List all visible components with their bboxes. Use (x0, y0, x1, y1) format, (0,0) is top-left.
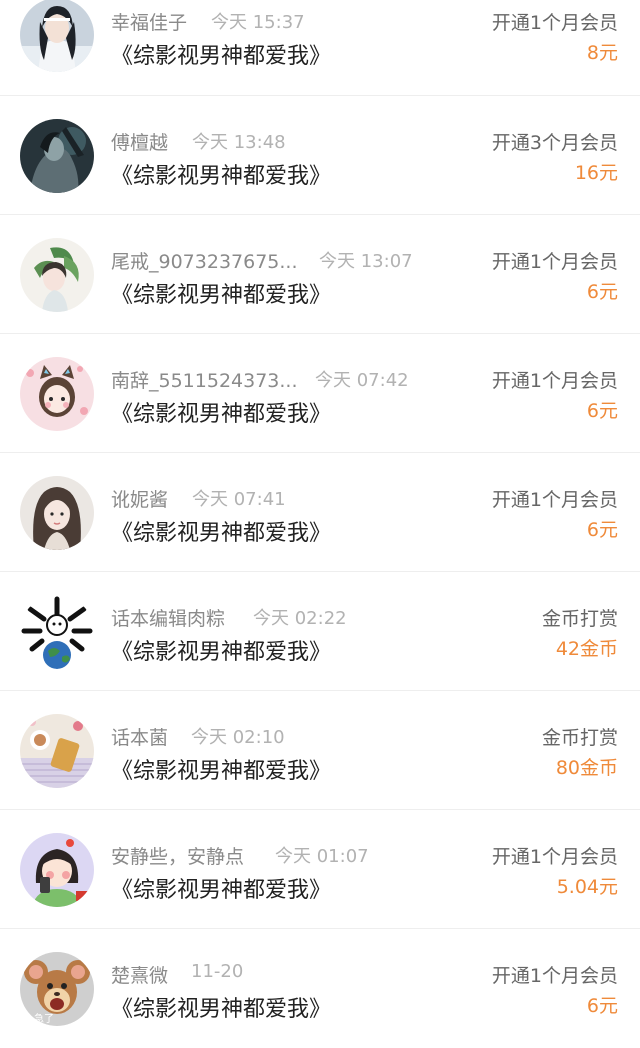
list-item[interactable]: 急了 楚熹微 11-20 《综影视男神都爱我》 开通1个月会员 6元 (0, 929, 640, 1048)
girl-portrait-avatar-icon (20, 476, 94, 550)
book-title[interactable]: 《综影视男神都爱我》 (111, 38, 331, 70)
avatar[interactable]: 急了 (20, 952, 94, 1026)
user-name: 话本菌 (111, 727, 169, 749)
timestamp: 今天 02:10 (191, 727, 285, 748)
timestamp: 11-20 (191, 961, 244, 982)
record-list: 幸福佳子 今天 15:37 《综影视男神都爱我》 开通1个月会员 8元 傅檀越 … (0, 0, 640, 1048)
avatar[interactable] (20, 714, 94, 788)
record-type: 开通1个月会员 (491, 251, 618, 273)
record-type: 开通1个月会员 (491, 846, 618, 868)
book-title[interactable]: 《综影视男神都爱我》 (111, 991, 331, 1023)
record-type: 开通1个月会员 (491, 370, 618, 392)
timestamp: 今天 13:48 (192, 132, 286, 153)
user-name: 安静些，安静点 (111, 846, 245, 868)
user-name: 南辞_5511524373... (111, 370, 298, 392)
anime-male-avatar-icon (20, 0, 94, 72)
leaf-girl-avatar-icon (20, 238, 94, 312)
timestamp: 今天 07:41 (192, 489, 286, 510)
earth-bones-avatar-icon (20, 595, 94, 669)
record-type: 金币打赏 (541, 608, 618, 630)
amount: 42金币 (555, 638, 618, 660)
amount: 80金币 (555, 757, 618, 779)
timestamp: 今天 07:42 (315, 370, 409, 391)
amount: 8元 (586, 42, 618, 64)
book-title[interactable]: 《综影视男神都爱我》 (111, 634, 331, 666)
food-flatlay-avatar-icon (20, 714, 94, 788)
cartoon-girl-phone-avatar-icon (20, 833, 94, 907)
list-item[interactable]: 讹妮酱 今天 07:41 《综影视男神都爱我》 开通1个月会员 6元 (0, 453, 640, 572)
avatar[interactable] (20, 238, 94, 312)
record-type: 金币打赏 (541, 727, 618, 749)
amount: 6元 (586, 519, 618, 541)
timestamp: 今天 15:37 (211, 12, 305, 33)
cat-ear-girl-avatar-icon (20, 357, 94, 431)
avatar[interactable] (20, 595, 94, 669)
user-name: 楚熹微 (111, 965, 169, 987)
timestamp: 今天 02:22 (253, 608, 347, 629)
book-title[interactable]: 《综影视男神都爱我》 (111, 753, 331, 785)
avatar[interactable] (20, 0, 94, 72)
book-title[interactable]: 《综影视男神都爱我》 (111, 158, 331, 190)
avatar[interactable] (20, 833, 94, 907)
avatar[interactable] (20, 476, 94, 550)
list-item[interactable]: 傅檀越 今天 13:48 《综影视男神都爱我》 开通3个月会员 16元 (0, 96, 640, 215)
list-item[interactable]: 安静些，安静点 今天 01:07 《综影视男神都爱我》 开通1个月会员 5.04… (0, 810, 640, 929)
user-name: 幸福佳子 (111, 12, 188, 34)
record-type: 开通1个月会员 (491, 489, 618, 511)
user-name: 讹妮酱 (111, 489, 169, 511)
avatar[interactable] (20, 357, 94, 431)
dark-fantasy-avatar-icon (20, 119, 94, 193)
amount: 6元 (586, 400, 618, 422)
list-item[interactable]: 尾戒_9073237675... 今天 13:07 《综影视男神都爱我》 开通1… (0, 215, 640, 334)
record-type: 开通1个月会员 (491, 965, 618, 987)
book-title[interactable]: 《综影视男神都爱我》 (111, 515, 331, 547)
amount: 6元 (586, 281, 618, 303)
avatar-caption: 急了 (34, 1012, 54, 1025)
jerry-mouse-avatar-icon: 急了 (20, 952, 94, 1026)
list-item[interactable]: 南辞_5511524373... 今天 07:42 《综影视男神都爱我》 开通1… (0, 334, 640, 453)
book-title[interactable]: 《综影视男神都爱我》 (111, 872, 331, 904)
book-title[interactable]: 《综影视男神都爱我》 (111, 396, 331, 428)
record-type: 开通3个月会员 (491, 132, 618, 154)
amount: 5.04元 (556, 876, 618, 898)
record-type: 开通1个月会员 (491, 12, 618, 34)
book-title[interactable]: 《综影视男神都爱我》 (111, 277, 331, 309)
user-name: 话本编辑肉粽 (111, 608, 226, 630)
list-item[interactable]: 话本编辑肉粽 今天 02:22 《综影视男神都爱我》 金币打赏 42金币 (0, 572, 640, 691)
list-item[interactable]: 话本菌 今天 02:10 《综影视男神都爱我》 金币打赏 80金币 (0, 691, 640, 810)
timestamp: 今天 13:07 (319, 251, 413, 272)
user-name: 尾戒_9073237675... (111, 251, 298, 273)
user-name: 傅檀越 (111, 132, 169, 154)
timestamp: 今天 01:07 (275, 846, 369, 867)
list-item[interactable]: 幸福佳子 今天 15:37 《综影视男神都爱我》 开通1个月会员 8元 (0, 0, 640, 96)
amount: 6元 (586, 995, 618, 1017)
avatar[interactable] (20, 119, 94, 193)
amount: 16元 (574, 162, 618, 184)
